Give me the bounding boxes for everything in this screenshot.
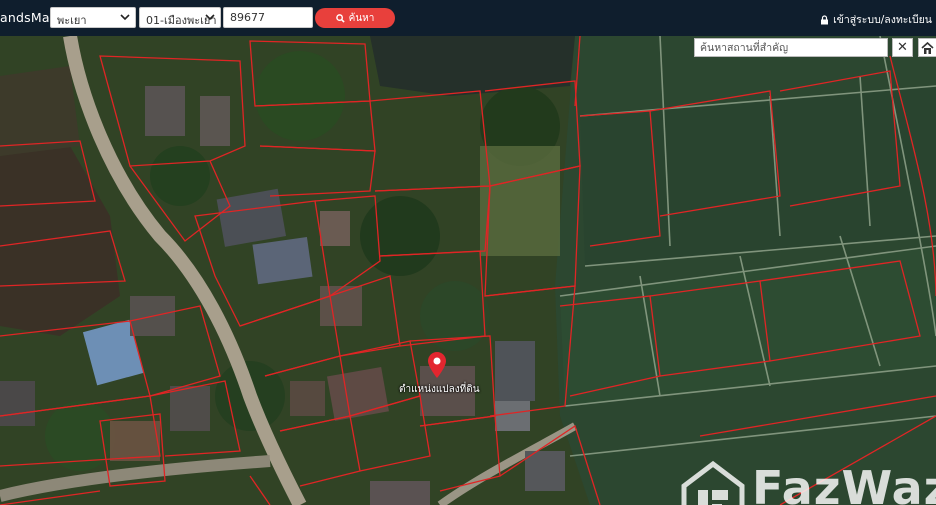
marker-label: ตำแหน่งแปลงที่ดิน — [399, 384, 480, 395]
close-button[interactable]: ✕ — [892, 38, 913, 57]
rice-field-patch — [580, 86, 936, 266]
watermark-text: FazWaz — [752, 461, 936, 505]
bare-land-area — [0, 66, 80, 156]
login-label: เข้าสู่ระบบ/ลงทะเบียน — [833, 14, 932, 26]
search-button-label: ค้นหา — [348, 12, 375, 24]
tree-cluster — [150, 146, 210, 206]
location-pin-icon[interactable] — [428, 352, 446, 378]
watermark: FazWaz — [680, 460, 936, 505]
district-select[interactable]: 01-เมืองพะเยา — [139, 7, 221, 28]
search-icon — [335, 13, 345, 23]
province-select[interactable]: พะเยา — [50, 7, 136, 28]
vegetable-garden — [480, 146, 560, 256]
fazwaz-logo-icon — [681, 460, 745, 505]
close-icon: ✕ — [897, 40, 908, 55]
map-canvas[interactable] — [0, 36, 936, 505]
chevron-down-icon — [205, 14, 215, 21]
lock-icon — [821, 14, 829, 24]
parcel-number-input[interactable] — [223, 7, 313, 28]
tree-cluster — [420, 281, 490, 351]
province-value: พะเยา — [57, 14, 87, 27]
tree-cluster — [255, 51, 345, 141]
tree-cluster — [360, 196, 440, 276]
top-bar: andsMaps พะเยา 01-เมืองพะเยา ค้นหา เข้าส… — [0, 0, 936, 36]
place-search-input[interactable] — [694, 38, 888, 57]
home-icon — [921, 41, 934, 54]
search-button[interactable]: ค้นหา — [315, 8, 395, 28]
water-area — [370, 36, 575, 96]
satellite-map[interactable]: ตำแหน่งแปลงที่ดิน FazWaz — [0, 36, 936, 505]
home-button[interactable] — [918, 38, 936, 57]
login-link[interactable]: เข้าสู่ระบบ/ลงทะเบียน — [820, 11, 932, 28]
chevron-down-icon — [120, 14, 130, 21]
